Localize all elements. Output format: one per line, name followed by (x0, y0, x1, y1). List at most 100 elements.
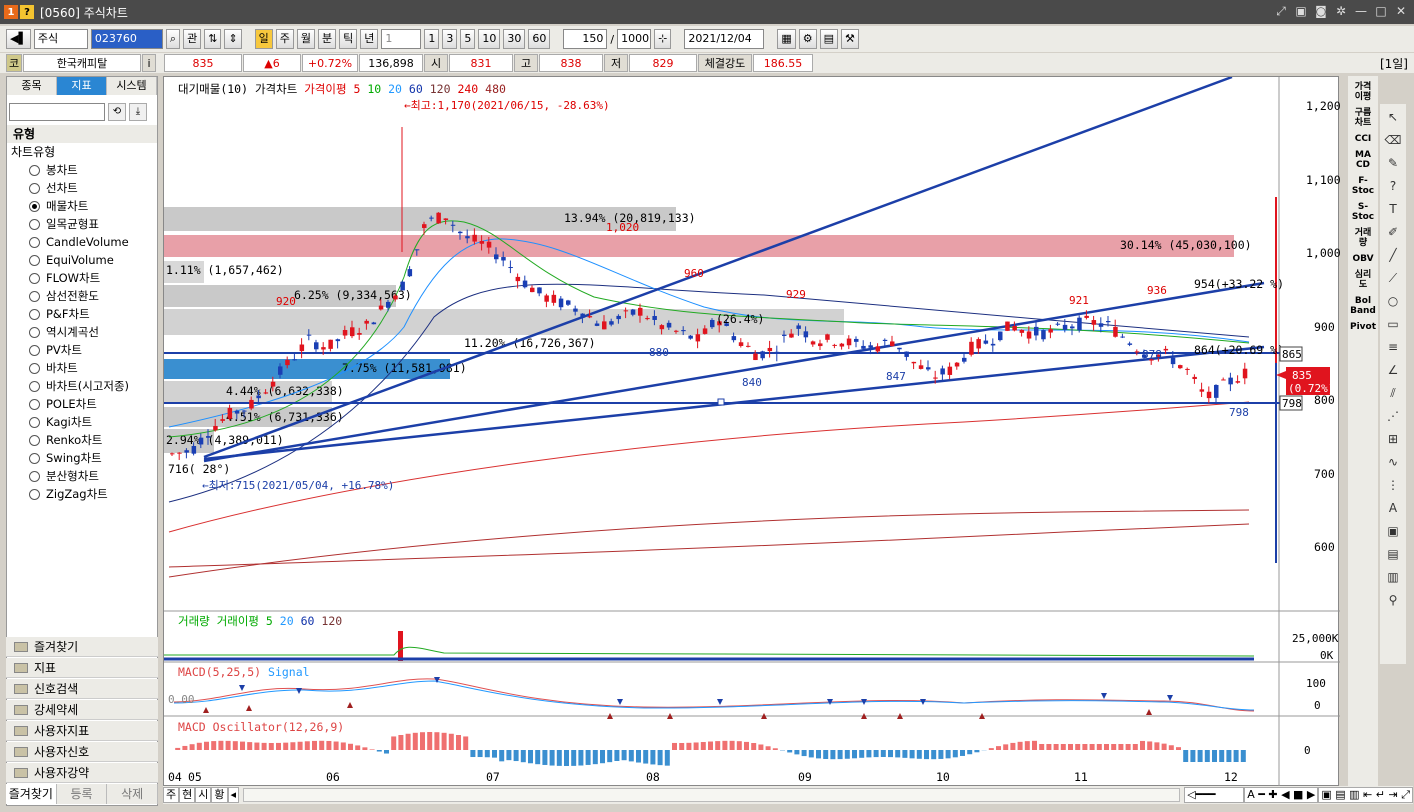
period-tick[interactable]: 틱 (339, 29, 358, 49)
image-icon[interactable]: ▣ (1383, 521, 1403, 541)
eraser-icon[interactable]: ⌫ (1383, 130, 1403, 150)
save-icon[interactable]: ▣ (1294, 3, 1308, 19)
date-input[interactable]: 2021/12/04 (684, 29, 765, 49)
ray-icon[interactable]: ⟋ (1383, 268, 1403, 288)
folder-item[interactable]: 사용자지표 (6, 721, 158, 741)
tab-stock[interactable]: 종목 (7, 77, 57, 95)
folder-item[interactable]: 사용자강약 (6, 763, 158, 783)
group-chart-button[interactable]: 구름 차트 (1348, 108, 1378, 128)
refresh-icon[interactable]: ⟲ (108, 103, 126, 121)
download-icon[interactable]: ⤓ (129, 103, 147, 121)
cci-button[interactable]: CCI (1348, 134, 1378, 144)
chart-type-item[interactable]: Renko차트 (7, 431, 157, 449)
zoom-icon[interactable]: ⊹ (654, 29, 672, 49)
calc-icon[interactable]: ▥ (1383, 567, 1403, 587)
obv-button[interactable]: OBV (1348, 254, 1378, 264)
nav-icons[interactable]: A ━ ✚ ◀ ■ ▶ (1244, 787, 1319, 803)
period-month[interactable]: 월 (296, 29, 316, 49)
radio-icon[interactable] (29, 470, 40, 482)
chart-area[interactable]: 13.94% (20,819,133) 30.14% (45,030,100) 1.… (163, 75, 1341, 787)
period-week[interactable]: 주 (275, 29, 294, 49)
radio-icon[interactable] (29, 200, 40, 212)
fibo-icon[interactable]: ≡ (1383, 337, 1403, 357)
tab-status[interactable]: 황 (211, 787, 228, 803)
radio-icon[interactable] (29, 434, 40, 446)
chart-type-item[interactable]: POLE차트 (7, 395, 157, 413)
quick-60[interactable]: 60 (528, 29, 551, 49)
settings-icon[interactable]: ✲ (1334, 3, 1348, 19)
bolband-button[interactable]: Bol Band (1348, 296, 1378, 316)
pivot-button[interactable]: Pivot (1348, 322, 1378, 332)
chart-type-item[interactable]: 분산형차트 (7, 467, 157, 485)
quick-30[interactable]: 30 (503, 29, 526, 49)
price-volume-chart-button[interactable]: 가격 이평 (1348, 82, 1378, 102)
volume-button[interactable]: 거래 량 (1348, 228, 1378, 248)
radio-icon[interactable] (29, 326, 40, 338)
tab-main[interactable]: 주 (163, 787, 180, 803)
quick-3[interactable]: 3 (442, 29, 458, 49)
radio-icon[interactable] (29, 416, 40, 428)
period-year[interactable]: 년 (360, 29, 379, 49)
all-delete-icon[interactable]: ✎ (1383, 153, 1403, 173)
quick-5[interactable]: 5 (460, 29, 476, 49)
wave-icon[interactable]: ∿ (1383, 452, 1403, 472)
search-icon[interactable]: ⌕ (165, 29, 181, 49)
fan-icon[interactable]: ⋰ (1383, 406, 1403, 426)
tab-delete[interactable]: 삭제 (107, 784, 159, 804)
chart-type-item[interactable]: 바차트 (7, 359, 157, 377)
channel-icon[interactable]: ⫽ (1383, 383, 1403, 403)
tools-icon[interactable]: ⚒ (841, 29, 859, 49)
circle-icon[interactable]: ○ (1383, 291, 1403, 311)
radio-icon[interactable] (29, 344, 40, 356)
chart-settings-icon[interactable]: ▦ (777, 29, 796, 49)
chart-icon[interactable]: ▤ (1383, 544, 1403, 564)
radio-icon[interactable] (29, 488, 40, 500)
chart-type-item[interactable]: CandleVolume (7, 233, 157, 251)
indicator-search-input[interactable] (9, 103, 105, 121)
chart-type-item[interactable]: 매물차트 (7, 197, 157, 215)
layout-icons[interactable]: ▣ ▤ ▥ ⇤ ↵ ⇥ ⤢ (1318, 787, 1413, 803)
tab-time[interactable]: 시 (195, 787, 212, 803)
radio-icon[interactable] (29, 236, 40, 248)
quick-1[interactable]: 1 (424, 29, 440, 49)
gear-icon[interactable]: ⚙ (798, 29, 817, 49)
chart-type-item[interactable]: 선차트 (7, 179, 157, 197)
group-title[interactable]: 유형 (7, 125, 157, 143)
radio-icon[interactable] (29, 290, 40, 302)
zoom-slider[interactable]: ◁━━━ (1184, 787, 1245, 803)
close-icon[interactable]: ✕ (1394, 3, 1408, 19)
chart-type-item[interactable]: Kagi차트 (7, 413, 157, 431)
radio-icon[interactable] (29, 164, 40, 176)
tab-indicator[interactable]: 지표 (57, 77, 107, 95)
tab-favorites[interactable]: 즐겨찾기 (6, 784, 57, 804)
chart-type-item[interactable]: 봉차트 (7, 161, 157, 179)
folder-item[interactable]: 지표 (6, 658, 158, 678)
help-badge-icon[interactable]: ? (20, 5, 34, 19)
psy-button[interactable]: 심리 도 (1348, 270, 1378, 290)
total-input[interactable]: 1000 (617, 29, 652, 49)
cycle-icon[interactable]: ⋮ (1383, 475, 1403, 495)
maximize-icon[interactable]: □ (1374, 3, 1388, 19)
auto-icon[interactable]: A (1383, 498, 1403, 518)
info-icon[interactable]: i (142, 54, 156, 72)
radio-icon[interactable] (29, 182, 40, 194)
folder-item[interactable]: 신호검색 (6, 679, 158, 699)
folder-item[interactable]: 사용자신호 (6, 742, 158, 762)
sstoc-button[interactable]: S- Stoc (1348, 202, 1378, 222)
scroll-left-icon[interactable]: ◂ (227, 787, 240, 803)
chart-type-item[interactable]: PV차트 (7, 341, 157, 359)
sync-icon[interactable]: ⇅ (204, 29, 222, 49)
rect-icon[interactable]: ▭ (1383, 314, 1403, 334)
chart-type-item[interactable]: 일목균형표 (7, 215, 157, 233)
text-icon[interactable]: T (1383, 199, 1403, 219)
spinner-icon[interactable]: ⇕ (224, 29, 242, 49)
chart-type-item[interactable]: 삼선전환도 (7, 287, 157, 305)
print-icon[interactable]: ▤ (819, 29, 839, 49)
period-day[interactable]: 일 (254, 29, 273, 49)
chart-type-item[interactable]: ZigZag차트 (7, 485, 157, 503)
gann-icon[interactable]: ⊞ (1383, 429, 1403, 449)
fstoc-button[interactable]: F- Stoc (1348, 176, 1378, 196)
interval-select[interactable]: 1 (381, 29, 422, 49)
link-icon[interactable]: ⤢ (1274, 3, 1288, 19)
tab-system[interactable]: 시스템 (107, 77, 157, 95)
